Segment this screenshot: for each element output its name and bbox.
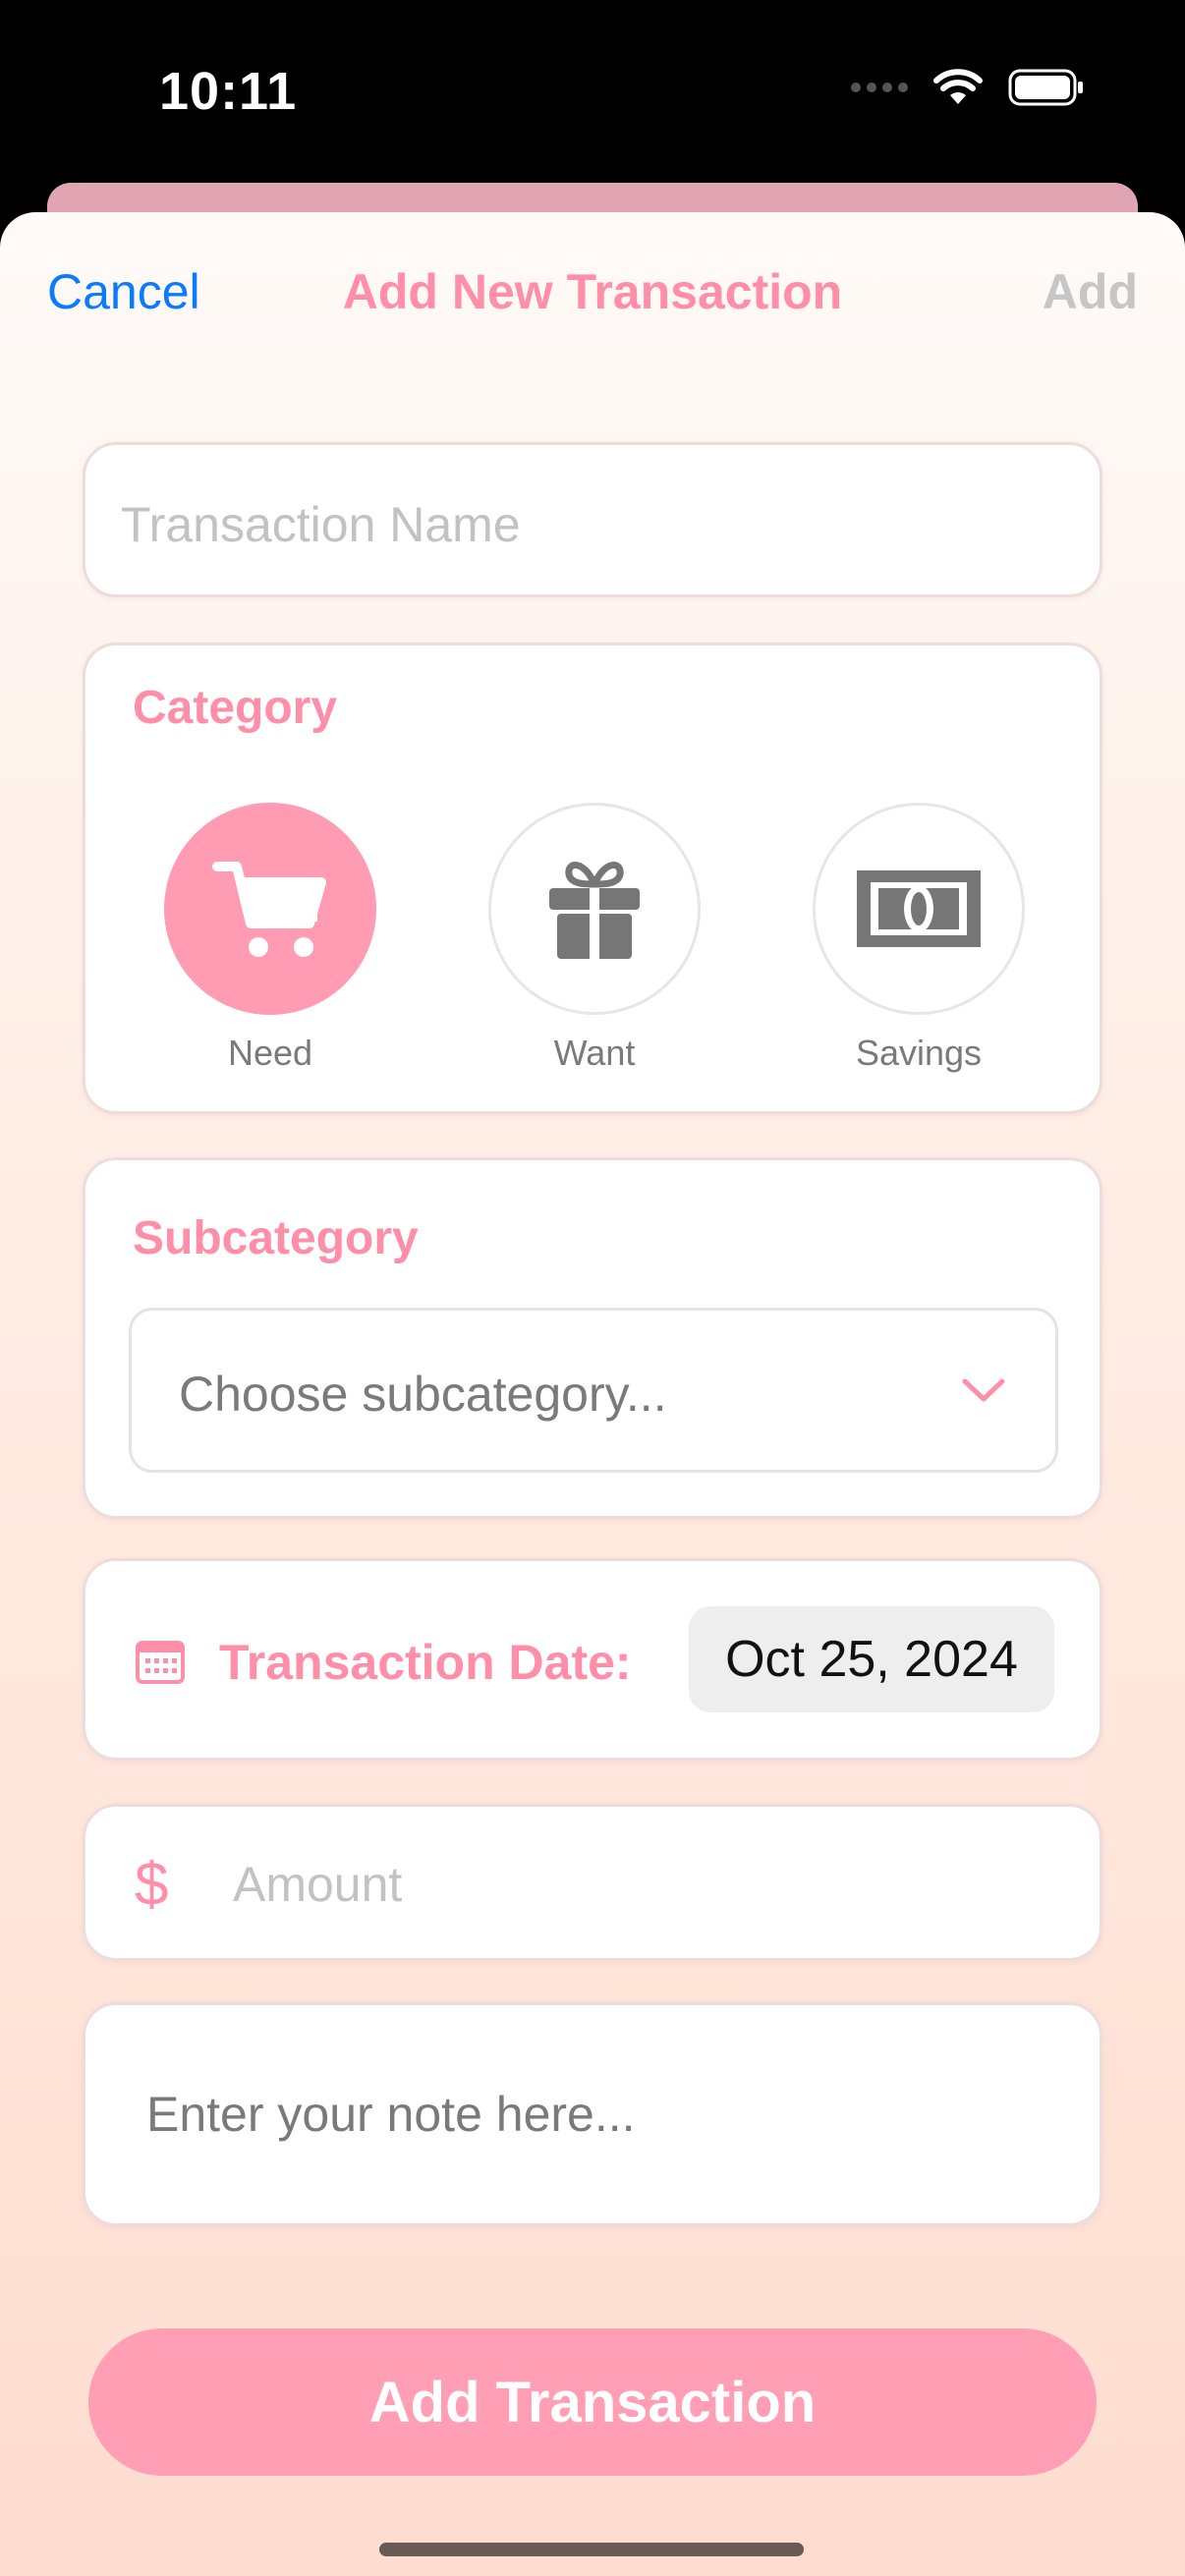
cellular-signal-icon: [851, 83, 908, 92]
page-title: Add New Transaction: [342, 264, 843, 319]
banknote-icon: [857, 870, 981, 947]
dollar-icon: $: [135, 1851, 169, 1919]
category-savings-circle[interactable]: [813, 803, 1025, 1015]
note-placeholder: Enter your note here...: [146, 2087, 636, 2142]
category-card: Category Need Want Savings: [83, 643, 1102, 1114]
transaction-date-label: Transaction Date:: [219, 1635, 632, 1690]
date-picker-button[interactable]: Oct 25, 2024: [689, 1606, 1054, 1712]
home-indicator: [379, 2543, 804, 2556]
category-savings-label: Savings: [855, 1033, 983, 1073]
category-want-label: Want: [553, 1033, 636, 1073]
category-need-label: Need: [227, 1033, 313, 1073]
subcategory-card: Subcategory Choose subcategory...: [83, 1157, 1102, 1519]
amount-field[interactable]: $ Amount: [83, 1804, 1102, 1961]
add-button[interactable]: Add: [1043, 263, 1138, 320]
category-heading: Category: [133, 682, 338, 734]
battery-icon: [1008, 69, 1083, 106]
category-need-circle[interactable]: [164, 803, 376, 1015]
status-time: 10:11: [159, 62, 298, 121]
cart-icon: [212, 862, 326, 957]
transaction-name-placeholder: Transaction Name: [121, 497, 521, 552]
subcategory-heading: Subcategory: [133, 1212, 419, 1264]
calendar-icon: [136, 1641, 185, 1684]
note-field[interactable]: Enter your note here...: [83, 2002, 1102, 2226]
transaction-name-field[interactable]: Transaction Name: [83, 442, 1102, 597]
status-bar: 10:11: [0, 0, 1185, 196]
wifi-icon: [933, 69, 983, 104]
subcategory-placeholder: Choose subcategory...: [179, 1367, 667, 1422]
category-option-need[interactable]: Need: [164, 803, 376, 1074]
chevron-down-icon: [962, 1378, 1005, 1402]
add-transaction-button[interactable]: Add Transaction: [88, 2328, 1097, 2476]
amount-placeholder: Amount: [233, 1857, 403, 1912]
status-icons: [851, 69, 1085, 106]
subcategory-dropdown[interactable]: Choose subcategory...: [129, 1308, 1058, 1473]
category-option-want[interactable]: Want: [488, 803, 701, 1074]
transaction-date-card: Transaction Date: Oct 25, 2024: [83, 1558, 1102, 1761]
gift-icon: [549, 862, 640, 959]
add-transaction-sheet: Cancel Add New Transaction Add Transacti…: [0, 212, 1185, 2576]
category-want-circle[interactable]: [488, 803, 701, 1015]
category-option-savings[interactable]: Savings: [813, 803, 1025, 1074]
